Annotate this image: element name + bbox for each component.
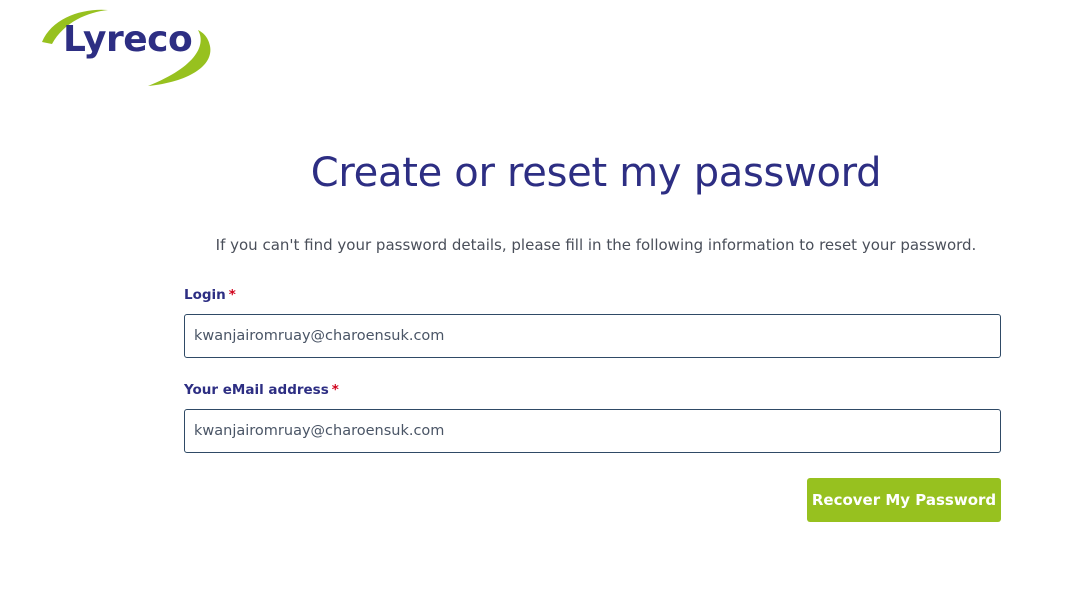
login-input[interactable] [184,314,1001,358]
email-required-mark: * [331,382,339,398]
lyreco-logo[interactable]: Lyreco [38,6,218,90]
logo-text: Lyreco [63,19,193,60]
email-input[interactable] [184,409,1001,453]
recover-password-button[interactable]: Recover My Password [807,478,1001,522]
intro-text: If you can't find your password details,… [215,236,977,254]
login-label: Login * [184,287,236,303]
page-title: Create or reset my password [310,150,882,196]
email-label: Your eMail address * [184,382,339,398]
page: Lyreco Create or reset my password If yo… [0,0,1082,599]
email-label-text: Your eMail address [184,382,329,398]
login-label-text: Login [184,287,226,303]
login-required-mark: * [228,287,236,303]
